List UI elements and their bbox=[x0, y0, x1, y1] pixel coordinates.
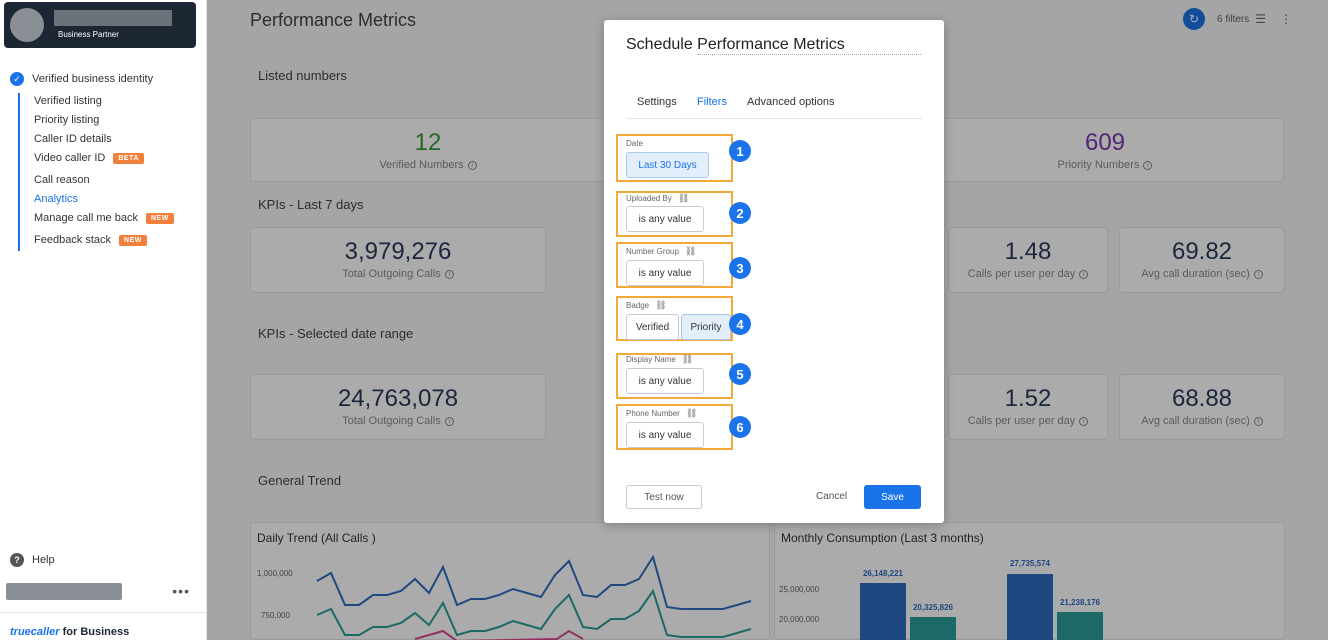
sidebar-item-label: Video caller ID bbox=[34, 152, 106, 164]
step-badge: 6 bbox=[729, 416, 751, 438]
sidebar-item-label: Analytics bbox=[34, 193, 79, 205]
user-row[interactable]: ••• bbox=[6, 583, 196, 601]
profile-card[interactable]: Business Partner bbox=[4, 2, 196, 48]
check-badge-icon: ✓ bbox=[10, 72, 24, 86]
help-label: Help bbox=[32, 554, 55, 566]
link-icon[interactable]: ⛓ bbox=[682, 354, 693, 365]
new-badge: NEW bbox=[119, 234, 147, 246]
uploaded-by-filter-button[interactable]: is any value bbox=[626, 206, 704, 232]
modal-title: Schedule Performance Metrics bbox=[626, 36, 845, 53]
more-options-icon[interactable]: ••• bbox=[172, 583, 190, 599]
tab-filters[interactable]: Filters bbox=[697, 96, 727, 108]
filter-label: Date bbox=[626, 139, 643, 148]
sidebar-item-label: Verified listing bbox=[34, 95, 102, 107]
sidebar-item-analytics[interactable]: Analytics bbox=[34, 193, 78, 205]
sidebar-item-priority-listing[interactable]: Priority listing bbox=[34, 114, 99, 126]
cancel-button[interactable]: Cancel bbox=[816, 491, 847, 502]
brand-logo-mark: truecaller bbox=[10, 626, 60, 638]
brand-suffix: for Business bbox=[62, 626, 130, 638]
divider bbox=[0, 612, 207, 613]
date-filter-button[interactable]: Last 30 Days bbox=[626, 152, 709, 178]
help-icon: ? bbox=[10, 553, 24, 567]
nav-indicator-line bbox=[18, 93, 20, 251]
sidebar-item-label: Priority listing bbox=[34, 114, 100, 126]
title-underline bbox=[697, 54, 921, 55]
phone-number-filter-button[interactable]: is any value bbox=[626, 422, 704, 448]
help-link[interactable]: ? Help bbox=[10, 553, 55, 567]
sidebar-item-feedback-stack[interactable]: Feedback stack NEW bbox=[34, 234, 147, 246]
filter-label: Badge ⛓ bbox=[626, 300, 667, 311]
schedule-name-field[interactable]: Performance Metrics bbox=[697, 36, 845, 53]
nav-verified-business-identity[interactable]: ✓ Verified business identity bbox=[10, 72, 153, 86]
tab-settings[interactable]: Settings bbox=[637, 96, 677, 108]
link-icon[interactable]: ⛓ bbox=[655, 300, 666, 311]
sidebar-item-label: Manage call me back bbox=[34, 212, 138, 224]
sidebar-item-verified-listing[interactable]: Verified listing bbox=[34, 95, 102, 107]
sidebar-item-video-caller-id[interactable]: Video caller ID BETA bbox=[34, 152, 144, 164]
sidebar-item-label: Call reason bbox=[34, 174, 90, 186]
step-badge: 1 bbox=[729, 140, 751, 162]
sidebar-item-label: Feedback stack bbox=[34, 234, 112, 246]
nav-head-label: Verified business identity bbox=[32, 73, 154, 85]
step-badge: 5 bbox=[729, 363, 751, 385]
avatar bbox=[10, 8, 44, 42]
sidebar: Business Partner ✓ Verified business ide… bbox=[0, 0, 207, 640]
profile-role: Business Partner bbox=[58, 30, 119, 39]
sidebar-item-label: Caller ID details bbox=[34, 133, 112, 145]
link-icon[interactable]: ⛓ bbox=[678, 193, 689, 204]
filter-label: Number Group ⛓ bbox=[626, 246, 697, 257]
link-icon[interactable]: ⛓ bbox=[686, 408, 697, 419]
beta-badge: BETA bbox=[113, 152, 144, 164]
filter-label: Uploaded By ⛓ bbox=[626, 193, 690, 204]
step-badge: 3 bbox=[729, 257, 751, 279]
display-name-filter-button[interactable]: is any value bbox=[626, 368, 704, 394]
tab-advanced-options[interactable]: Advanced options bbox=[747, 96, 834, 108]
brand-logo: truecaller for Business bbox=[10, 626, 129, 638]
redacted-user bbox=[6, 583, 122, 600]
badge-verified-toggle[interactable]: Verified bbox=[626, 314, 679, 340]
redacted-name bbox=[54, 10, 172, 26]
badge-priority-toggle[interactable]: Priority bbox=[681, 314, 731, 340]
number-group-filter-button[interactable]: is any value bbox=[626, 260, 704, 286]
new-badge: NEW bbox=[145, 212, 174, 224]
sidebar-item-call-reason[interactable]: Call reason bbox=[34, 174, 90, 186]
sidebar-item-caller-id-details[interactable]: Caller ID details bbox=[34, 133, 112, 145]
filter-label: Phone Number ⛓ bbox=[626, 408, 698, 419]
link-icon[interactable]: ⛓ bbox=[685, 246, 696, 257]
tab-bar: Settings Filters Advanced options bbox=[626, 96, 922, 119]
step-badge: 4 bbox=[729, 313, 751, 335]
sidebar-item-manage-call-me-back[interactable]: Manage call me back NEW bbox=[34, 212, 174, 224]
step-badge: 2 bbox=[729, 202, 751, 224]
save-button[interactable]: Save bbox=[864, 485, 921, 509]
test-now-button[interactable]: Test now bbox=[626, 485, 702, 509]
filter-label: Display Name ⛓ bbox=[626, 354, 694, 365]
schedule-modal: Schedule Performance Metrics Settings Fi… bbox=[604, 20, 944, 523]
